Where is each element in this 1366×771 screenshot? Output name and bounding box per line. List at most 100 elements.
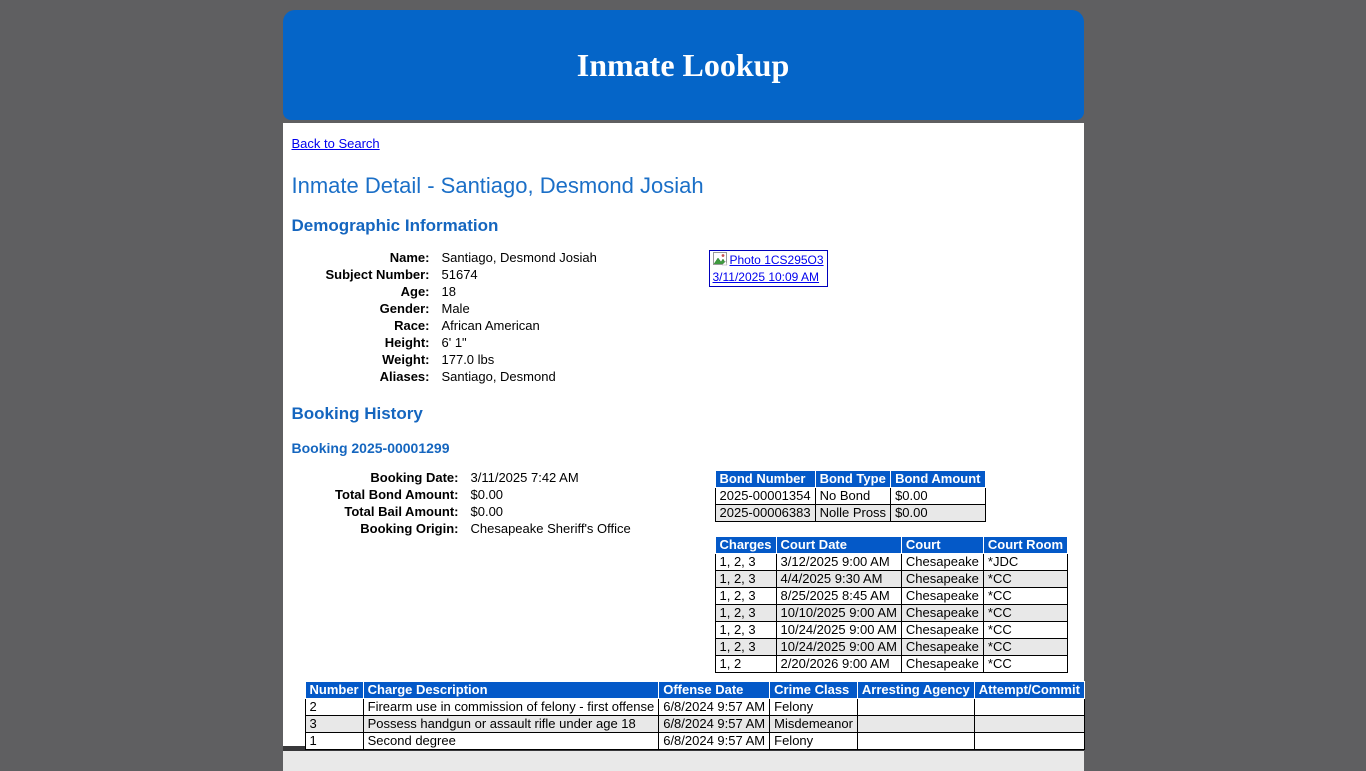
column-header: Court xyxy=(901,537,983,554)
table-cell: 1, 2, 3 xyxy=(715,571,776,588)
field-value: Santiago, Desmond xyxy=(430,368,597,385)
field-value: African American xyxy=(430,317,597,334)
column-header: Arresting Agency xyxy=(857,682,974,699)
app-banner: Inmate Lookup xyxy=(283,10,1084,120)
photo-link-line1: Photo 1CS295O3 xyxy=(713,252,824,270)
column-header: Number xyxy=(305,682,363,699)
booking-fields: Booking Date:3/11/2025 7:42 AMTotal Bond… xyxy=(292,469,631,537)
table-cell xyxy=(974,716,1084,733)
column-header: Offense Date xyxy=(659,682,770,699)
field-label: Aliases: xyxy=(292,368,430,385)
table-cell: 1, 2, 3 xyxy=(715,605,776,622)
court-table: ChargesCourt DateCourtCourt Room 1, 2, 3… xyxy=(715,536,1069,673)
booking-tables-column: Bond NumberBond TypeBond Amount 2025-000… xyxy=(715,470,1069,673)
table-row: 3Possess handgun or assault rifle under … xyxy=(305,716,1084,733)
column-header: Charge Description xyxy=(363,682,659,699)
inmate-photo-link[interactable]: Photo 1CS295O3 3/11/2025 10:09 AM xyxy=(709,250,828,287)
charges-table: NumberCharge DescriptionOffense DateCrim… xyxy=(305,681,1085,750)
field-row: Subject Number:51674 xyxy=(292,266,597,283)
table-cell: 2025-00006383 xyxy=(715,505,815,522)
table-cell: Possess handgun or assault rifle under a… xyxy=(363,716,659,733)
table-cell: $0.00 xyxy=(891,488,985,505)
field-label: Gender: xyxy=(292,300,430,317)
table-cell xyxy=(974,733,1084,750)
table-cell: 10/24/2025 9:00 AM xyxy=(776,639,901,656)
field-row: Gender:Male xyxy=(292,300,597,317)
table-cell: Chesapeake xyxy=(901,639,983,656)
field-row: Name:Santiago, Desmond Josiah xyxy=(292,249,597,266)
table-cell: 1, 2, 3 xyxy=(715,588,776,605)
table-cell: 2/20/2026 9:00 AM xyxy=(776,656,901,673)
table-cell: No Bond xyxy=(815,488,890,505)
table-cell: 1, 2, 3 xyxy=(715,554,776,571)
table-cell: 2 xyxy=(305,699,363,716)
field-label: Name: xyxy=(292,249,430,266)
field-label: Booking Origin: xyxy=(292,520,459,537)
broken-image-icon xyxy=(713,252,728,270)
table-cell: 6/8/2024 9:57 AM xyxy=(659,716,770,733)
field-label: Race: xyxy=(292,317,430,334)
table-cell: Chesapeake xyxy=(901,588,983,605)
field-label: Total Bond Amount: xyxy=(292,486,459,503)
field-row: Aliases:Santiago, Desmond xyxy=(292,368,597,385)
back-to-search-link[interactable]: Back to Search xyxy=(292,136,380,151)
table-cell: 1, 2, 3 xyxy=(715,639,776,656)
table-cell: 1, 2, 3 xyxy=(715,622,776,639)
field-value: Male xyxy=(430,300,597,317)
table-row: 1, 2, 310/24/2025 9:00 AMChesapeake*CC xyxy=(715,639,1068,656)
table-cell: *CC xyxy=(983,588,1067,605)
page-column: Inmate Lookup Back to Search Inmate Deta… xyxy=(283,0,1084,771)
table-cell: 3 xyxy=(305,716,363,733)
table-row: 1, 2, 33/12/2025 9:00 AMChesapeake*JDC xyxy=(715,554,1068,571)
table-cell: Second degree xyxy=(363,733,659,750)
photo-link-line2: 3/11/2025 10:09 AM xyxy=(713,270,824,285)
field-row: Booking Origin:Chesapeake Sheriff's Offi… xyxy=(292,520,631,537)
field-row: Booking Date:3/11/2025 7:42 AM xyxy=(292,469,631,486)
field-row: Total Bail Amount:$0.00 xyxy=(292,503,631,520)
table-cell: Chesapeake xyxy=(901,656,983,673)
column-header: Bond Amount xyxy=(891,471,985,488)
field-label: Weight: xyxy=(292,351,430,368)
table-cell: Felony xyxy=(770,733,858,750)
table-row: 2025-00001354No Bond$0.00 xyxy=(715,488,985,505)
table-cell: 1 xyxy=(305,733,363,750)
bond-table: Bond NumberBond TypeBond Amount 2025-000… xyxy=(715,470,986,522)
demographics-fields: Name:Santiago, Desmond JosiahSubject Num… xyxy=(292,249,597,385)
table-cell: Firearm use in commission of felony - fi… xyxy=(363,699,659,716)
table-row: 1, 22/20/2026 9:00 AMChesapeake*CC xyxy=(715,656,1068,673)
field-value: 51674 xyxy=(430,266,597,283)
field-row: Height:6' 1" xyxy=(292,334,597,351)
field-row: Weight:177.0 lbs xyxy=(292,351,597,368)
table-cell: $0.00 xyxy=(891,505,985,522)
table-cell: Chesapeake xyxy=(901,571,983,588)
inmate-detail-heading: Inmate Detail - Santiago, Desmond Josiah xyxy=(292,173,1075,198)
app-title: Inmate Lookup xyxy=(577,47,790,84)
content-card: Back to Search Inmate Detail - Santiago,… xyxy=(283,123,1084,751)
table-cell: *CC xyxy=(983,571,1067,588)
booking-number-heading: Booking 2025-00001299 xyxy=(292,440,1075,456)
photo-label: Photo 1CS295O3 xyxy=(730,253,824,267)
field-value: $0.00 xyxy=(459,503,631,520)
field-label: Age: xyxy=(292,283,430,300)
table-cell: *CC xyxy=(983,605,1067,622)
table-cell: Chesapeake xyxy=(901,605,983,622)
table-cell: Nolle Pross xyxy=(815,505,890,522)
table-cell: 10/10/2025 9:00 AM xyxy=(776,605,901,622)
field-value: 18 xyxy=(430,283,597,300)
field-value: Santiago, Desmond Josiah xyxy=(430,249,597,266)
table-cell: 4/4/2025 9:30 AM xyxy=(776,571,901,588)
table-cell xyxy=(974,699,1084,716)
bond-table-header-row: Bond NumberBond TypeBond Amount xyxy=(715,471,985,488)
column-header: Bond Number xyxy=(715,471,815,488)
footer-area xyxy=(283,751,1084,771)
table-row: 1Second degree6/8/2024 9:57 AMFelony xyxy=(305,733,1084,750)
table-cell: 8/25/2025 8:45 AM xyxy=(776,588,901,605)
field-label: Subject Number: xyxy=(292,266,430,283)
table-row: 1, 2, 38/25/2025 8:45 AMChesapeake*CC xyxy=(715,588,1068,605)
column-header: Court Date xyxy=(776,537,901,554)
field-value: 3/11/2025 7:42 AM xyxy=(459,469,631,486)
table-cell: 6/8/2024 9:57 AM xyxy=(659,733,770,750)
column-header: Attempt/Commit xyxy=(974,682,1084,699)
field-row: Total Bond Amount:$0.00 xyxy=(292,486,631,503)
table-cell: *CC xyxy=(983,639,1067,656)
